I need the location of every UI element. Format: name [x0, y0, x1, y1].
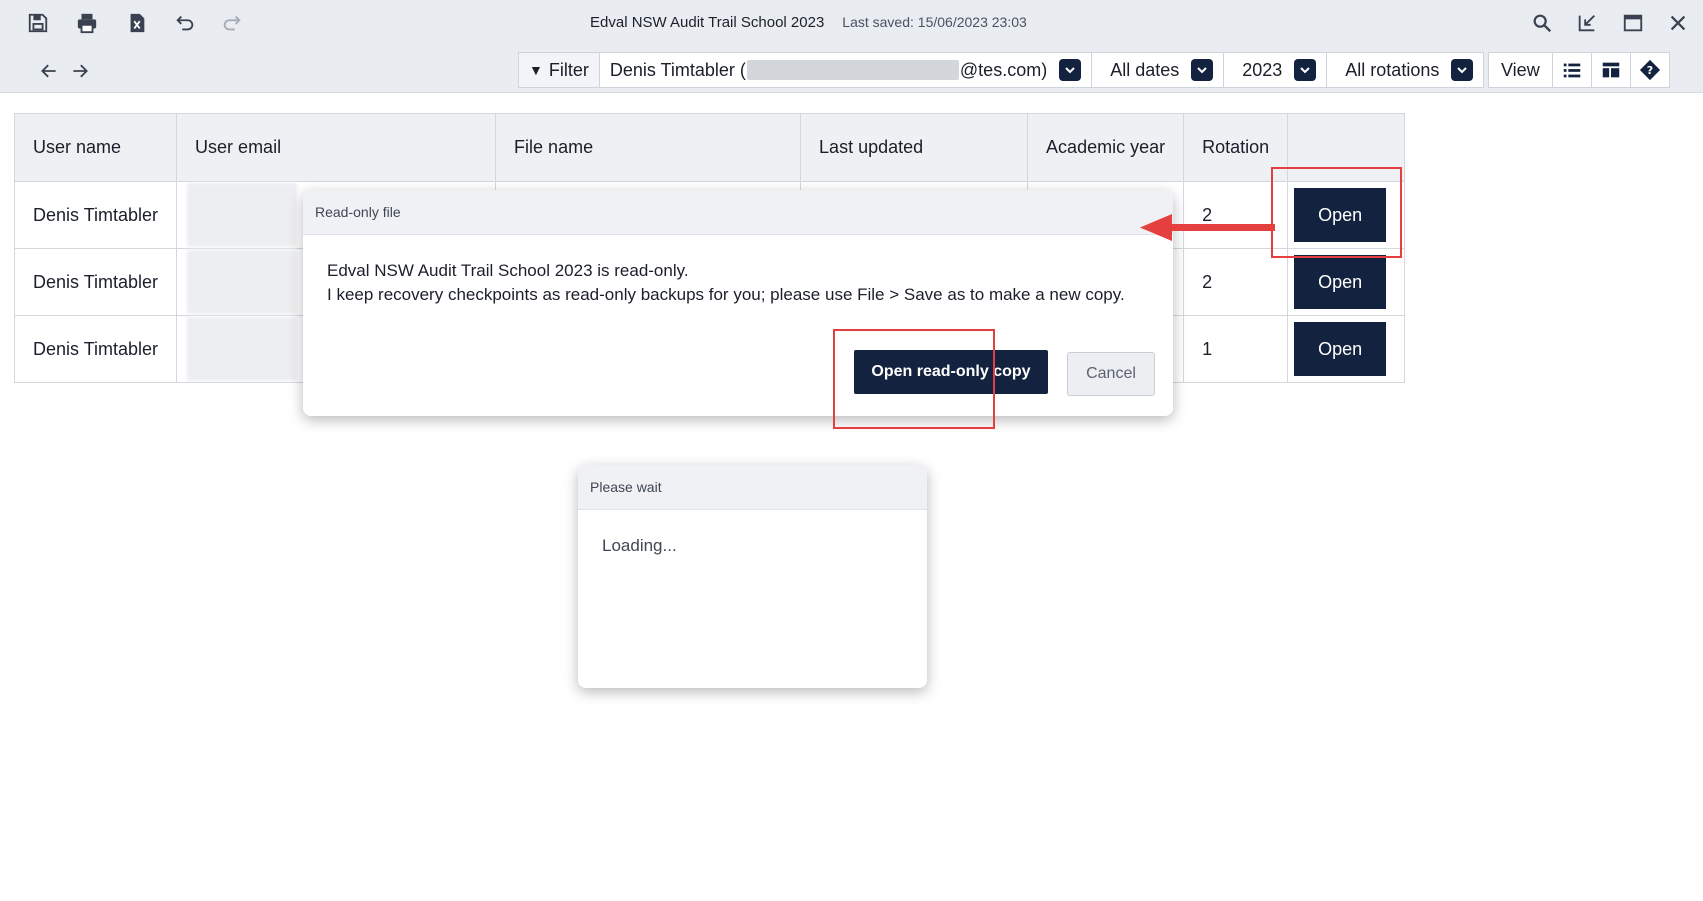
open-button[interactable]: Open [1294, 322, 1387, 376]
chevron-down-icon[interactable] [1059, 59, 1082, 81]
open-read-only-copy-button[interactable]: Open read-only copy [854, 350, 1048, 394]
cell-rotation: 2 [1183, 181, 1289, 249]
cell-rotation: 1 [1183, 315, 1289, 383]
header-user-email[interactable]: User email [176, 113, 497, 182]
read-only-dialog: Read-only file Edval NSW Audit Trail Sch… [303, 190, 1173, 416]
open-button[interactable]: Open [1294, 188, 1387, 242]
cell-user-name: Denis Timtabler [13, 315, 178, 383]
document-title: Edval NSW Audit Trail School 2023 [590, 14, 825, 31]
excel-export-icon[interactable] [123, 9, 151, 37]
view-bar: View ? [1488, 52, 1670, 88]
search-icon[interactable] [1528, 9, 1556, 37]
redacted-email [187, 183, 298, 247]
chevron-down-icon[interactable] [1294, 59, 1317, 81]
cell-user-name: Denis Timtabler [13, 248, 178, 316]
cell-action: Open [1287, 315, 1406, 383]
dates-filter-select[interactable]: All dates [1092, 53, 1225, 87]
filter-bar: ▼ Filter Denis Timtabler ( @tes.com) All… [518, 52, 1485, 88]
rotation-filter-value: All rotations [1345, 59, 1440, 80]
dialog-message-line1: Edval NSW Audit Trail School 2023 is rea… [327, 261, 689, 280]
view-label: View [1501, 59, 1540, 80]
dialog-title: Read-only file [303, 190, 1173, 235]
dates-filter-value: All dates [1110, 59, 1180, 80]
cancel-button[interactable]: Cancel [1067, 352, 1155, 396]
maximize-icon[interactable] [1619, 9, 1647, 37]
redacted-email [187, 250, 298, 314]
please-wait-dialog: Please wait Loading... [578, 465, 927, 688]
chevron-down-icon[interactable] [1191, 59, 1214, 81]
print-icon[interactable] [73, 9, 101, 37]
cell-rotation: 2 [1183, 248, 1289, 316]
list-view-icon[interactable] [1553, 53, 1592, 87]
window-title: Edval NSW Audit Trail School 2023 Last sa… [590, 11, 1027, 33]
table-header-row: User name User email File name Last upda… [13, 113, 1406, 182]
minimize-icon[interactable] [1573, 9, 1601, 37]
header-actions [1287, 113, 1406, 182]
filter-button[interactable]: ▼ Filter [519, 53, 600, 87]
loading-message: Loading... [602, 536, 677, 555]
table-view-icon[interactable] [1592, 53, 1631, 87]
back-arrow-icon[interactable] [36, 58, 62, 84]
svg-text:?: ? [1647, 64, 1653, 77]
user-filter-name: Denis Timtabler ( [609, 59, 746, 80]
user-filter-select[interactable]: Denis Timtabler ( @tes.com) [599, 53, 1093, 87]
chevron-down-icon[interactable] [1451, 59, 1474, 81]
header-rotation[interactable]: Rotation [1183, 113, 1289, 182]
dialog-title: Please wait [578, 465, 927, 510]
year-filter-select[interactable]: 2023 [1224, 53, 1328, 87]
header-file-name[interactable]: File name [495, 113, 802, 182]
redacted-email [187, 317, 298, 381]
save-icon[interactable] [24, 9, 52, 37]
redo-icon[interactable] [218, 9, 246, 37]
year-filter-value: 2023 [1242, 59, 1283, 80]
view-button[interactable]: View [1489, 53, 1553, 87]
top-toolbar: Edval NSW Audit Trail School 2023 Last sa… [0, 0, 1703, 93]
open-button[interactable]: Open [1294, 255, 1387, 309]
dialog-message-line2: I keep recovery checkpoints as read-only… [327, 285, 1125, 304]
header-academic-year[interactable]: Academic year [1027, 113, 1185, 182]
filter-label: Filter [548, 59, 589, 80]
header-last-updated[interactable]: Last updated [800, 113, 1029, 182]
cell-action: Open [1287, 248, 1406, 316]
dialog-message: Edval NSW Audit Trail School 2023 is rea… [303, 235, 1173, 307]
last-saved-label: Last saved: 15/06/2023 23:03 [842, 14, 1027, 30]
cell-user-name: Denis Timtabler [13, 181, 178, 249]
funnel-icon: ▼ [529, 62, 543, 78]
cell-action: Open [1287, 181, 1406, 249]
rotation-filter-select[interactable]: All rotations [1327, 53, 1484, 87]
redacted-email [746, 60, 959, 80]
forward-arrow-icon[interactable] [67, 58, 93, 84]
close-icon[interactable] [1664, 9, 1692, 37]
undo-icon[interactable] [171, 9, 199, 37]
help-icon[interactable]: ? [1631, 53, 1669, 87]
user-filter-domain: @tes.com) [959, 59, 1048, 80]
header-user-name[interactable]: User name [13, 113, 178, 182]
